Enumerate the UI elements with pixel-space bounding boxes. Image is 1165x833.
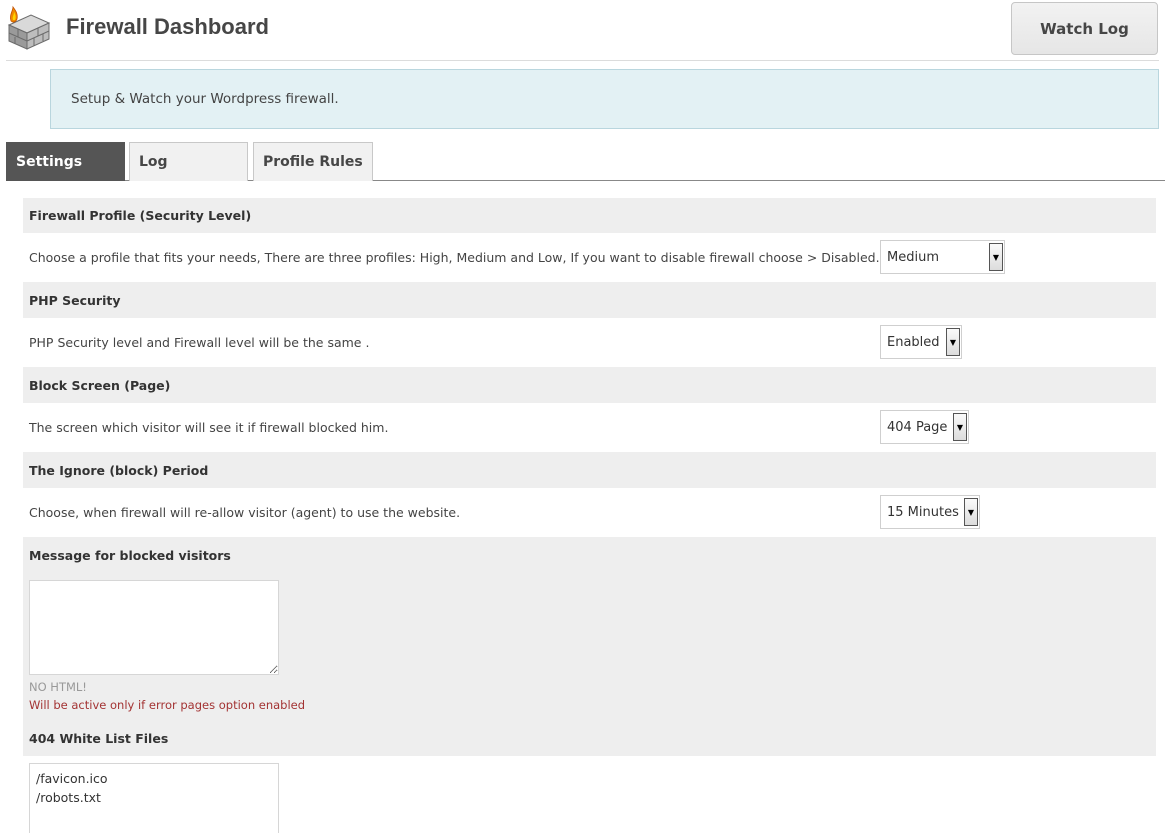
no-html-hint: NO HTML! [29, 680, 87, 694]
whitelist-files-textarea[interactable]: /favicon.ico /robots.txt [29, 763, 279, 833]
block-screen-description: The screen which visitor will see it if … [29, 420, 389, 435]
profile-description: Choose a profile that fits your needs, T… [29, 250, 880, 265]
tab-settings[interactable]: Settings [6, 142, 125, 181]
error-pages-hint: Will be active only if error pages optio… [29, 698, 306, 712]
php-security-select[interactable]: Enabled ▼ [880, 325, 962, 359]
section-heading-php: PHP Security [23, 282, 1156, 318]
section-heading-whitelist: 404 White List Files [23, 720, 1156, 756]
page-title: Firewall Dashboard [66, 14, 269, 39]
php-description: PHP Security level and Firewall level wi… [29, 335, 370, 350]
profile-select-value: Medium [887, 249, 939, 265]
section-row-php: PHP Security level and Firewall level wi… [23, 318, 1156, 367]
php-select-value: Enabled [887, 334, 940, 350]
section-heading-ignore-period: The Ignore (block) Period [23, 452, 1156, 488]
tab-profile-rules[interactable]: Profile Rules [253, 142, 373, 181]
block-screen-select-value: 404 Page [887, 419, 948, 435]
page-header: Firewall Dashboard Watch Log [0, 0, 1165, 62]
ignore-period-select-value: 15 Minutes [887, 504, 959, 520]
block-screen-select[interactable]: 404 Page ▼ [880, 410, 969, 444]
watch-log-button[interactable]: Watch Log [1011, 2, 1158, 55]
info-notice: Setup & Watch your Wordpress firewall. [50, 69, 1159, 129]
firewall-logo-icon [7, 5, 51, 50]
tab-log[interactable]: Log [129, 142, 248, 181]
profile-select[interactable]: Medium ▼ [880, 240, 1005, 274]
header-divider [6, 60, 1159, 61]
chevron-down-icon[interactable]: ▼ [989, 243, 1003, 271]
tab-bar: Settings Log Profile Rules [6, 142, 1165, 181]
section-heading-block-screen: Block Screen (Page) [23, 367, 1156, 403]
blocked-message-textarea[interactable] [29, 580, 279, 675]
chevron-down-icon[interactable]: ▼ [953, 413, 967, 441]
section-row-block-screen: The screen which visitor will see it if … [23, 403, 1156, 452]
ignore-period-description: Choose, when firewall will re-allow visi… [29, 505, 461, 520]
ignore-period-select[interactable]: 15 Minutes ▼ [880, 495, 980, 529]
section-heading-profile: Firewall Profile (Security Level) [23, 198, 1156, 233]
section-heading-message: Message for blocked visitors [23, 537, 1156, 573]
chevron-down-icon[interactable]: ▼ [946, 328, 960, 356]
chevron-down-icon[interactable]: ▼ [964, 498, 978, 526]
section-row-ignore-period: Choose, when firewall will re-allow visi… [23, 488, 1156, 537]
notice-text: Setup & Watch your Wordpress firewall. [71, 91, 339, 107]
